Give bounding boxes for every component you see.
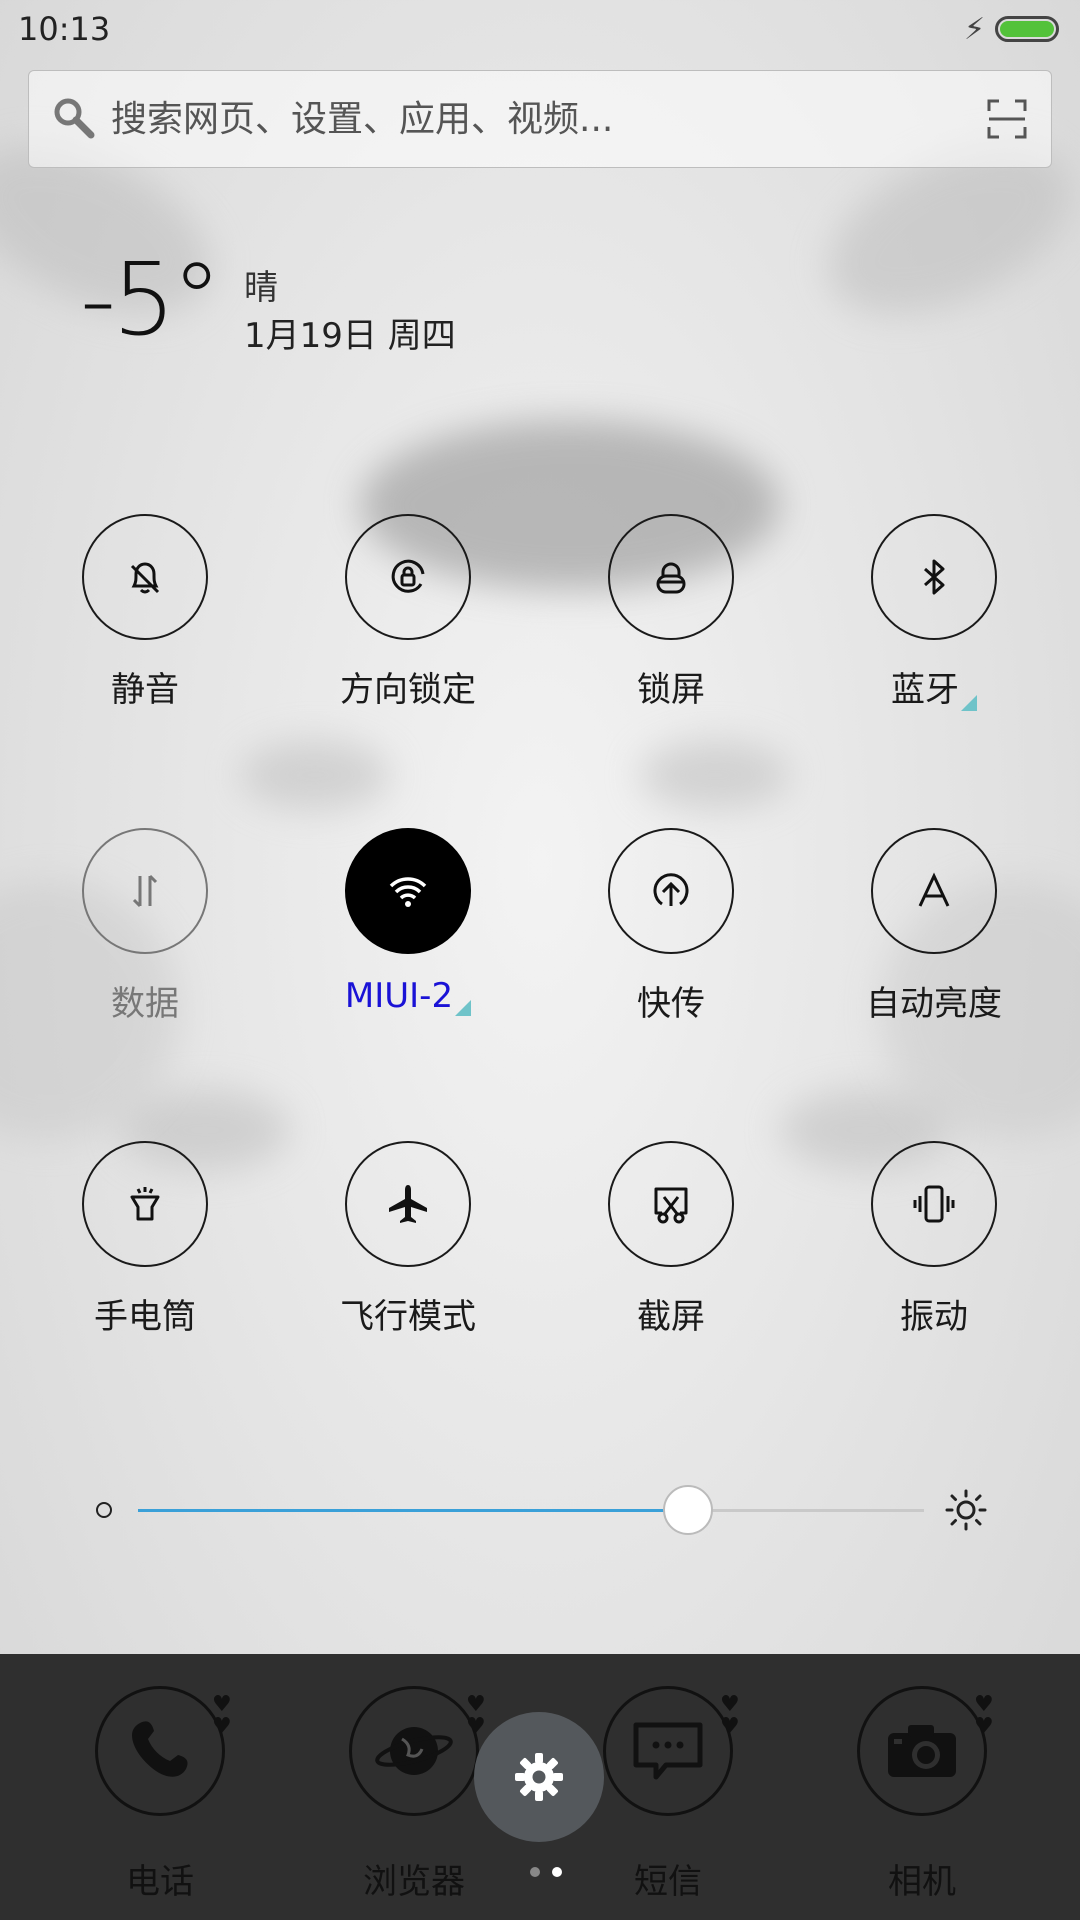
app-label: 浏览器 — [363, 1862, 465, 1902]
message-icon — [633, 1722, 703, 1780]
status-time: 10:13 — [18, 10, 111, 48]
bell-off-icon — [130, 562, 160, 594]
wallpaper-shape — [240, 740, 390, 810]
toggle-label: 数据 — [111, 984, 179, 1024]
toggle-airplane-mode[interactable]: 飞行模式 — [308, 1141, 508, 1338]
toggle-lock-screen[interactable]: 锁屏 — [571, 514, 771, 711]
bluetooth-icon — [924, 559, 945, 595]
toggle-vibrate[interactable]: 振动 — [834, 1141, 1034, 1338]
auto-brightness-icon — [918, 872, 950, 907]
rotation-lock-icon — [391, 559, 425, 593]
toggle-label: MIUI-2 — [308, 976, 508, 1016]
toggle-label: 快传 — [637, 984, 705, 1024]
toggle-label: 锁屏 — [637, 670, 705, 710]
expand-indicator — [961, 695, 977, 711]
toggle-bluetooth[interactable]: 蓝牙 — [834, 514, 1034, 711]
app-label: 电话 — [126, 1862, 194, 1902]
gear-icon — [515, 1753, 563, 1801]
screenshot-icon — [654, 1187, 688, 1224]
temperature: -5° — [80, 241, 222, 358]
brightness-high-icon — [945, 1489, 987, 1531]
search-bar[interactable] — [28, 70, 1052, 168]
weather-date: 1月19日 周四 — [244, 316, 456, 356]
weather-condition: 晴 — [244, 268, 278, 308]
toggle-flashlight[interactable]: 手电筒 — [45, 1141, 245, 1338]
share-upload-icon — [653, 873, 689, 906]
toggle-wifi[interactable]: MIUI-2 — [308, 828, 508, 1016]
vibrate-icon — [913, 1185, 955, 1223]
flashlight-icon — [130, 1187, 160, 1221]
toggle-auto-brightness[interactable]: 自动亮度 — [834, 828, 1034, 1025]
brightness-fill — [138, 1509, 689, 1512]
bolt-icon: ⚡ — [964, 12, 986, 47]
status-bar: 10:13 ⚡ — [0, 0, 1080, 62]
settings-button[interactable] — [474, 1712, 604, 1842]
toggle-label: 截屏 — [637, 1297, 705, 1337]
wifi-icon — [389, 877, 427, 907]
mobile-data-icon — [132, 874, 158, 908]
toggle-label: 静音 — [111, 670, 179, 710]
phone-icon — [132, 1721, 188, 1777]
app-label: 短信 — [634, 1862, 702, 1902]
lock-icon — [656, 562, 686, 594]
toggle-mobile-data[interactable]: 数据 — [45, 828, 245, 1025]
toggle-rotation-lock[interactable]: 方向锁定 — [308, 514, 508, 711]
toggle-label: 振动 — [900, 1297, 968, 1337]
toggle-quick-share[interactable]: 快传 — [571, 828, 771, 1025]
search-icon — [54, 98, 95, 139]
page-dot — [530, 1867, 540, 1877]
brightness-handle[interactable] — [663, 1485, 714, 1535]
brightness-low-icon — [96, 1502, 112, 1518]
airplane-icon — [389, 1185, 427, 1223]
toggle-label: 飞行模式 — [340, 1297, 476, 1337]
toggle-label: 方向锁定 — [340, 670, 476, 710]
toggle-screenshot[interactable]: 截屏 — [571, 1141, 771, 1338]
search-input[interactable] — [109, 89, 973, 149]
battery-icon — [995, 16, 1059, 42]
scan-icon[interactable] — [987, 99, 1027, 139]
camera-icon — [888, 1725, 956, 1777]
toggle-label: 自动亮度 — [866, 984, 1002, 1024]
page-dot — [552, 1867, 562, 1877]
brightness-slider[interactable] — [0, 1480, 1080, 1540]
toggle-label: 蓝牙 — [834, 662, 1034, 711]
app-label: 相机 — [888, 1862, 956, 1902]
wallpaper-shape — [640, 740, 790, 810]
toggle-label: 手电筒 — [94, 1297, 196, 1337]
expand-indicator — [455, 1000, 472, 1016]
toggle-mute[interactable]: 静音 — [45, 514, 245, 711]
page-indicator — [524, 1862, 568, 1881]
brightness-track[interactable] — [138, 1485, 924, 1535]
browser-globe-icon — [375, 1727, 453, 1775]
